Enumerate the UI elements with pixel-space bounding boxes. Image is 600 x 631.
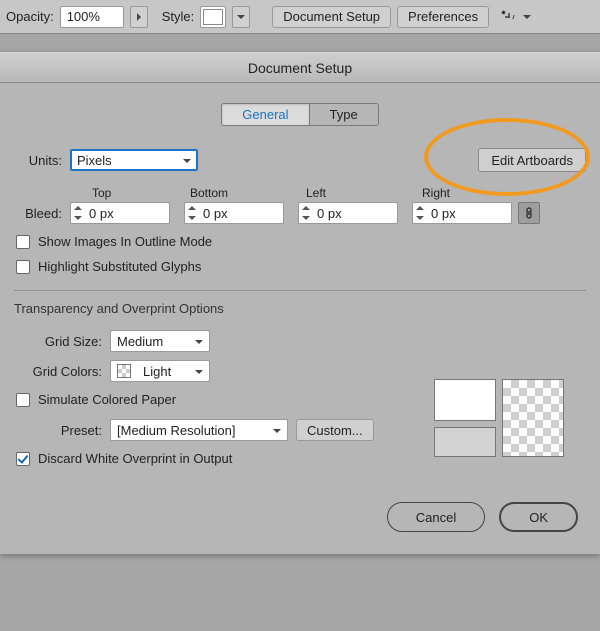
spinner-icon[interactable] [187, 205, 197, 221]
bleed-left-value: 0 px [317, 206, 342, 221]
cancel-button[interactable]: Cancel [387, 502, 485, 532]
control-bar: Opacity: 100% Style: Document Setup Pref… [0, 0, 600, 34]
bleed-header-left: Left [302, 186, 418, 200]
panel-menu-icon[interactable] [501, 9, 517, 25]
preset-label: Preset: [14, 423, 102, 438]
bleed-right-value: 0 px [431, 206, 456, 221]
simulate-paper-checkbox[interactable] [16, 393, 30, 407]
bleed-header-bottom: Bottom [186, 186, 302, 200]
grid-size-value: Medium [117, 334, 163, 349]
bleed-header-right: Right [418, 186, 534, 200]
style-dropdown-icon[interactable] [232, 6, 250, 28]
document-setup-dialog: Document Setup General Type Units: Pixel… [0, 52, 600, 554]
tab-type[interactable]: Type [309, 104, 378, 125]
dialog-footer: Cancel OK [0, 482, 600, 554]
grid-size-label: Grid Size: [14, 334, 102, 349]
chevron-down-icon [195, 364, 203, 379]
opacity-label: Opacity: [6, 9, 54, 24]
preset-value: [Medium Resolution] [117, 423, 236, 438]
link-bleed-icon[interactable] [518, 202, 540, 224]
style-swatch [203, 9, 223, 25]
highlight-glyphs-checkbox[interactable] [16, 260, 30, 274]
tab-general[interactable]: General [222, 104, 308, 125]
bleed-label: Bleed: [14, 206, 62, 221]
show-images-outline-label: Show Images In Outline Mode [38, 234, 212, 249]
grid-size-select[interactable]: Medium [110, 330, 210, 352]
panel-menu-chevron-icon[interactable] [523, 9, 531, 24]
spinner-icon[interactable] [415, 205, 425, 221]
transparency-section-title: Transparency and Overprint Options [14, 301, 586, 316]
spinner-icon[interactable] [301, 205, 311, 221]
bleed-header-top: Top [70, 186, 186, 200]
style-field[interactable] [200, 6, 226, 28]
preset-select[interactable]: [Medium Resolution] [110, 419, 288, 441]
divider [14, 290, 586, 291]
ok-button[interactable]: OK [499, 502, 578, 532]
show-images-outline-checkbox[interactable] [16, 235, 30, 249]
checker-swatch-icon [117, 364, 131, 378]
dialog-tabs: General Type [14, 103, 586, 126]
simulate-paper-label: Simulate Colored Paper [38, 392, 176, 407]
transparency-preview-gray [434, 427, 496, 457]
transparency-preview-white [434, 379, 496, 421]
spinner-icon[interactable] [73, 205, 83, 221]
chevron-down-icon [195, 334, 203, 349]
chevron-down-icon [273, 423, 281, 438]
opacity-flyout-icon[interactable] [130, 6, 148, 28]
edit-artboards-button[interactable]: Edit Artboards [478, 148, 586, 172]
units-select[interactable]: Pixels [70, 149, 198, 171]
custom-button[interactable]: Custom... [296, 419, 374, 441]
preferences-button[interactable]: Preferences [397, 6, 489, 28]
highlight-glyphs-label: Highlight Substituted Glyphs [38, 259, 201, 274]
opacity-field[interactable]: 100% [60, 6, 124, 28]
bleed-top-value: 0 px [89, 206, 114, 221]
dialog-title: Document Setup [0, 53, 600, 83]
units-value: Pixels [77, 153, 112, 168]
bleed-bottom-value: 0 px [203, 206, 228, 221]
document-setup-button[interactable]: Document Setup [272, 6, 391, 28]
bleed-left-field[interactable]: 0 px [298, 202, 398, 224]
bleed-bottom-field[interactable]: 0 px [184, 202, 284, 224]
style-label: Style: [162, 9, 195, 24]
transparency-preview-checker [502, 379, 564, 457]
units-label: Units: [14, 153, 62, 168]
bleed-right-field[interactable]: 0 px [412, 202, 512, 224]
discard-white-label: Discard White Overprint in Output [38, 451, 232, 466]
grid-colors-select[interactable]: Light [110, 360, 210, 382]
chevron-down-icon [183, 153, 191, 168]
discard-white-checkbox[interactable] [16, 452, 30, 466]
grid-colors-label: Grid Colors: [14, 364, 102, 379]
bleed-top-field[interactable]: 0 px [70, 202, 170, 224]
grid-colors-value: Light [143, 364, 171, 379]
